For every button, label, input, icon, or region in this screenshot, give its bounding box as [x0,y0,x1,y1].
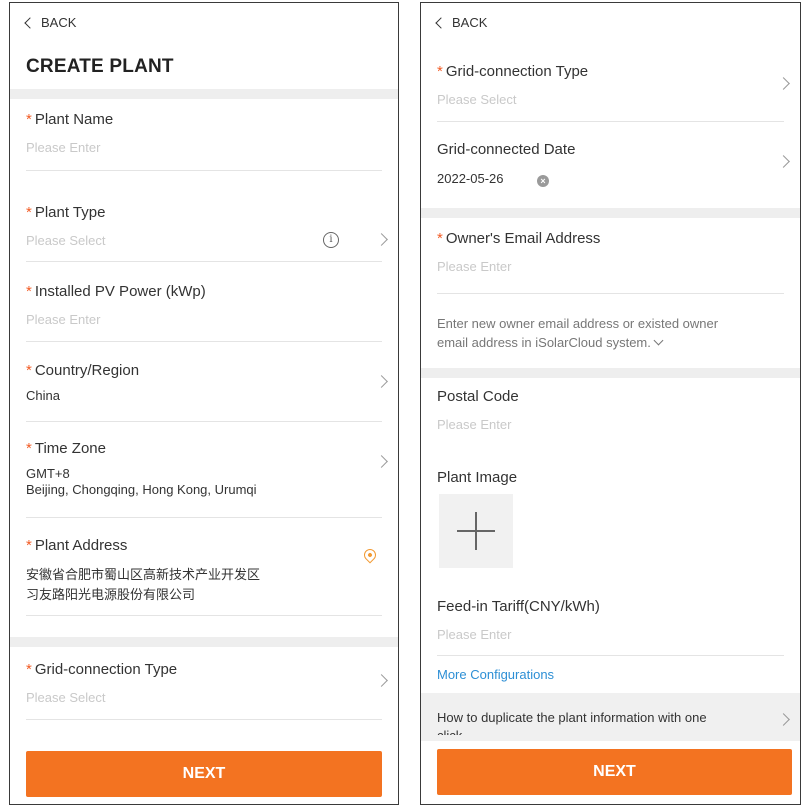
divider [26,719,382,720]
country-region-label-text: Country/Region [34,362,140,379]
divider [26,517,382,518]
divider [26,421,382,422]
plant-image-label: Plant Image [437,469,784,486]
owner-email-label-text: Owner's Email Address [445,230,601,247]
required-mark: * [26,204,32,221]
more-configurations-link[interactable]: More Configurations [437,667,784,682]
info-icon[interactable]: i [323,232,339,248]
page-title: CREATE PLANT [26,56,174,77]
duplicate-help-line-2: click [437,727,707,735]
postal-code-field[interactable]: Postal Code Please Enter [437,388,784,432]
back-label: BACK [452,15,488,30]
grid-connection-type-select[interactable]: Please Select [437,92,784,107]
next-button[interactable]: NEXT [26,751,382,797]
pv-power-label: * Installed PV Power (kWp) [26,283,382,300]
country-region-value: China [26,388,60,403]
time-zone-cities: Beijing, Chongqing, Hong Kong, Urumqi [26,482,257,497]
chevron-right-icon[interactable] [777,713,790,726]
owner-email-field[interactable]: * Owner's Email Address Please Enter [437,230,784,274]
add-image-button[interactable] [439,494,513,568]
address-line-1: 安徽省合肥市蜀山区高新技术产业开发区 [26,567,261,582]
time-zone-label-text: Time Zone [34,440,106,457]
feed-in-tariff-input[interactable]: Please Enter [437,627,784,642]
next-button[interactable]: NEXT [437,749,792,795]
back-button[interactable]: BACK [24,15,77,30]
grid-connection-type-label-text: Grid-connection Type [445,63,589,80]
grid-connected-date-value: 2022-05-26 [437,171,504,186]
divider [26,170,382,171]
time-zone-offset: GMT+8 [26,466,70,481]
grid-connection-type-label: * Grid-connection Type [26,661,382,678]
plant-address-value: 安徽省合肥市蜀山区高新技术产业开发区 习友路阳光电源股份有限公司 [26,565,382,605]
divider [437,293,784,294]
country-region-field[interactable]: * Country/Region China [26,362,382,404]
divider [26,615,382,616]
section-divider [10,637,398,647]
grid-connected-date-field[interactable]: Grid-connected Date 2022-05-26 [437,141,784,187]
pv-power-label-text: Installed PV Power (kWp) [34,283,206,300]
plus-icon-stroke [475,512,477,550]
grid-connection-type-select[interactable]: Please Select [26,690,382,705]
plant-name-label-text: Plant Name [34,111,114,128]
duplicate-help-text: How to duplicate the plant information w… [437,709,707,735]
plant-address-field[interactable]: * Plant Address 安徽省合肥市蜀山区高新技术产业开发区 习友路阳光电… [26,537,382,605]
pv-power-input[interactable]: Please Enter [26,312,382,327]
clear-icon[interactable]: × [537,175,549,187]
grid-connection-type-label-text: Grid-connection Type [34,661,178,678]
duplicate-help-banner[interactable]: How to duplicate the plant information w… [421,693,800,741]
required-mark: * [26,362,32,379]
plant-name-label: * Plant Name [26,111,382,128]
time-zone-value: GMT+8 Beijing, Chongqing, Hong Kong, Uru… [26,466,382,498]
time-zone-field[interactable]: * Time Zone GMT+8 Beijing, Chongqing, Hon… [26,440,382,498]
postal-code-input[interactable]: Please Enter [437,417,784,432]
postal-code-label: Postal Code [437,388,519,405]
owner-email-label: * Owner's Email Address [437,230,784,247]
divider [26,261,382,262]
owner-email-hint-line-1: Enter new owner email address or existed… [437,316,719,331]
back-button[interactable]: BACK [435,15,488,30]
plant-type-label: * Plant Type [26,204,382,221]
required-mark: * [26,111,32,128]
feed-in-tariff-field[interactable]: Feed-in Tariff(CNY/kWh) Please Enter [437,598,784,642]
owner-email-hint[interactable]: Enter new owner email address or existed… [437,314,784,352]
back-label: BACK [41,15,77,30]
divider [437,655,784,656]
plant-address-label-text: Plant Address [34,537,128,554]
required-mark: * [437,230,443,247]
grid-connected-date-label: Grid-connected Date [437,141,576,158]
plant-name-field[interactable]: * Plant Name Please Enter [26,111,382,155]
section-divider [10,89,398,99]
address-line-2: 习友路阳光电源股份有限公司 [26,587,196,602]
required-mark: * [26,661,32,678]
owner-email-input[interactable]: Please Enter [437,259,784,274]
divider [26,341,382,342]
required-mark: * [26,283,32,300]
required-mark: * [437,63,443,80]
required-mark: * [26,440,32,457]
plant-address-label: * Plant Address [26,537,382,554]
chevron-left-icon [435,16,447,29]
required-mark: * [26,537,32,554]
create-plant-screen-step1: BACK CREATE PLANT * Plant Name Please Ent… [9,2,399,805]
duplicate-help-line-1: How to duplicate the plant information w… [437,710,707,725]
divider [437,121,784,122]
plant-image-label-text: Plant Image [437,469,518,486]
grid-connection-type-field[interactable]: * Grid-connection Type Please Select [437,63,784,107]
country-region-label: * Country/Region [26,362,382,379]
feed-in-tariff-label: Feed-in Tariff(CNY/kWh) [437,598,600,615]
grid-connection-type-label: * Grid-connection Type [437,63,784,80]
time-zone-label: * Time Zone [26,440,382,457]
chevron-left-icon [24,16,36,29]
pv-power-field[interactable]: * Installed PV Power (kWp) Please Enter [26,283,382,327]
plant-type-label-text: Plant Type [34,204,106,221]
create-plant-screen-step2: BACK * Grid-connection Type Please Select… [420,2,801,805]
owner-email-hint-line-2: email address in iSolarCloud system. [437,335,651,350]
grid-connection-type-field[interactable]: * Grid-connection Type Please Select [26,661,382,705]
section-divider [421,368,800,378]
plant-name-input[interactable]: Please Enter [26,140,382,155]
section-divider [421,208,800,218]
caret-down-icon [653,335,664,346]
